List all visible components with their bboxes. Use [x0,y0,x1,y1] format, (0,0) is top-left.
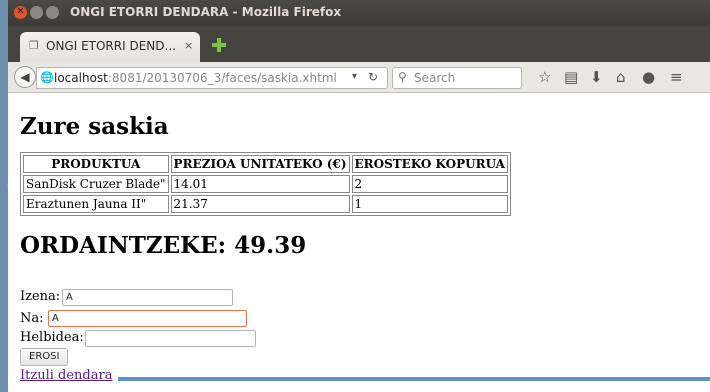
back-arrow-icon: ◀ [20,70,30,84]
name-input[interactable] [62,289,233,306]
cell-price: 14.01 [170,175,350,193]
column-header-quantity: EROSTEKO KOPURUA [351,155,508,173]
page-content: Zure saskia PRODUKTUA PREZIOA UNITATEKO … [8,93,710,392]
table-row: Eraztunen Jauna II" 21.37 1 [23,195,508,213]
surname-row: Na: [20,311,44,326]
bottom-decoration-line [118,377,710,381]
download-icon[interactable]: ⬇ [590,68,603,86]
cell-quantity: 2 [351,175,508,193]
window-title: ONGI ETORRI DENDARA - Mozilla Firefox [70,5,342,19]
tab-label: ONGI ETORRI DEND... [46,39,176,53]
search-bar[interactable]: ⚲ Search [392,67,522,89]
bookmark-star-icon[interactable]: ☆ [538,68,551,86]
back-button[interactable]: ◀ [14,66,36,88]
surname-label: Na: [20,311,44,326]
reload-icon[interactable]: ↻ [368,70,378,84]
browser-window: ✕ ONGI ETORRI DENDARA - Mozilla Firefox … [8,0,710,392]
url-bar[interactable]: 🌐 localhost:8081/20130706_3/faces/saskia… [36,67,388,89]
window-maximize-button[interactable] [46,6,59,19]
cell-price: 21.37 [170,195,350,213]
search-icon: ⚲ [398,70,407,84]
reading-list-icon[interactable]: ▤ [564,68,578,86]
tab-close-icon[interactable]: × [184,39,193,52]
tab-active[interactable]: ❐ ONGI ETORRI DEND... × [20,32,200,62]
url-text: localhost:8081/20130706_3/faces/saskia.x… [54,71,337,85]
url-dropdown-icon[interactable]: ▾ [352,71,357,82]
page-icon: ❐ [29,39,39,52]
home-icon[interactable]: ⌂ [616,68,626,86]
back-to-shop-link[interactable]: Itzuli dendara [20,368,112,383]
surname-input[interactable] [48,310,247,327]
cell-quantity: 1 [351,195,508,213]
column-header-product: PRODUKTUA [23,155,169,173]
chat-icon[interactable]: ● [642,68,655,86]
address-input[interactable] [85,330,256,347]
page-title: Zure saskia [20,113,169,140]
title-bar: ✕ ONGI ETORRI DENDARA - Mozilla Firefox [8,0,710,26]
table-header-row: PRODUKTUA PREZIOA UNITATEKO (€) EROSTEKO… [23,155,508,173]
address-label: Helbidea: [20,330,84,345]
window-minimize-button[interactable] [30,6,43,19]
globe-icon: 🌐 [40,71,54,84]
new-tab-plus-icon[interactable] [211,37,227,53]
address-row: Helbidea: [20,330,84,345]
cart-table: PRODUKTUA PREZIOA UNITATEKO (€) EROSTEKO… [20,152,511,216]
column-header-price: PREZIOA UNITATEKO (€) [170,155,350,173]
buy-button[interactable]: EROSI [20,348,69,366]
navigation-bar: ◀ 🌐 localhost:8081/20130706_3/faces/sask… [8,62,710,93]
window-close-button[interactable]: ✕ [14,6,27,19]
name-label: Izena: [20,289,61,304]
search-placeholder: Search [414,71,456,85]
menu-icon[interactable]: ≡ [670,68,683,86]
table-row: SanDisk Cruzer Blade" 14.01 2 [23,175,508,193]
tab-strip: ❐ ONGI ETORRI DEND... × [8,26,710,62]
name-row: Izena: [20,289,60,304]
total-amount: ORDAINTZEKE: 49.39 [20,232,307,259]
cell-product: Eraztunen Jauna II" [23,195,169,213]
cell-product: SanDisk Cruzer Blade" [23,175,169,193]
